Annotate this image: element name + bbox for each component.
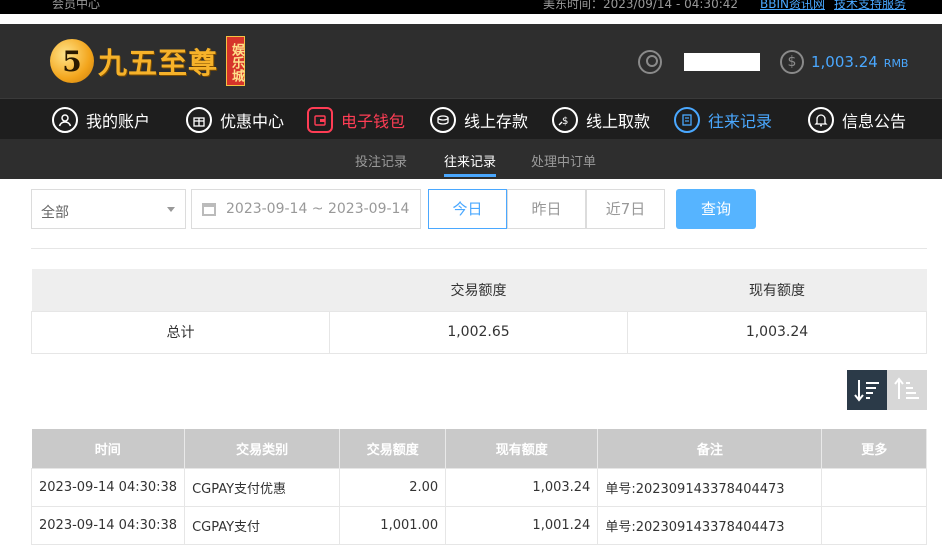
tab-transaction-records[interactable]: 往来记录 <box>444 151 497 177</box>
gift-icon <box>186 107 212 133</box>
nav-online-deposit[interactable]: 线上存款 <box>430 106 528 134</box>
summary-cell: 总计 <box>31 310 330 354</box>
today-button[interactable]: 今日 <box>428 189 507 229</box>
logo-tag: 娱乐城 <box>226 36 246 86</box>
member-center-link[interactable]: 会员中心 <box>52 0 100 10</box>
user-icon <box>638 50 662 74</box>
nav-label: 线上存款 <box>464 112 529 131</box>
cell-balance: 1,003.24 <box>445 467 599 507</box>
balance-display: $ 1,003.24 RMB <box>780 50 908 74</box>
nav-label: 往来记录 <box>708 112 773 131</box>
main-nav: 我的账户 优惠中心 电子钱包 线上存款 $ 线上取款 往来记录 信息公告 <box>0 98 942 139</box>
cell-remark: 单号:202309143378404473 <box>597 467 823 507</box>
top-info-bar: 会员中心 美东时间：2023/09/14 - 04:30:42 BBIN资讯网 … <box>0 0 942 14</box>
col-remark[interactable]: 备注 <box>597 429 823 468</box>
site-logo[interactable]: 5 九五至尊 娱乐城 <box>50 36 246 86</box>
summary-header-cell: 现有额度 <box>627 269 927 311</box>
cell-type: CGPAY支付 <box>184 505 341 545</box>
sort-asc-icon <box>894 377 919 399</box>
nav-label: 电子钱包 <box>341 112 406 131</box>
tab-bet-records[interactable]: 投注记录 <box>355 151 407 170</box>
balance-amount: 1,003.24 <box>811 53 878 71</box>
logo-mark: 5 <box>50 39 94 83</box>
cell-more[interactable] <box>821 505 927 545</box>
user-icon <box>52 107 78 133</box>
cell-time: 2023-09-14 04:30:38 <box>30 505 186 545</box>
nav-e-wallet[interactable]: 电子钱包 <box>307 106 405 134</box>
divider <box>31 248 927 249</box>
logo-text: 九五至尊 <box>98 46 219 80</box>
yesterday-button[interactable]: 昨日 <box>507 189 586 229</box>
records-header-row: 时间 交易类别 交易额度 现有额度 备注 更多 <box>31 429 927 468</box>
sort-descending-button[interactable] <box>847 370 887 410</box>
table-row: 2023-09-14 04:30:38 CGPAY支付优惠 2.00 1,003… <box>30 467 927 507</box>
last-7-days-button[interactable]: 近7日 <box>586 189 665 229</box>
cell-time: 2023-09-14 04:30:38 <box>30 467 186 507</box>
summary-total-row: 总计 1,002.65 1,003.24 <box>31 310 927 354</box>
cell-balance: 1,001.24 <box>445 505 599 545</box>
username-redacted <box>684 53 760 71</box>
summary-header-cell: 交易额度 <box>329 269 628 311</box>
sort-desc-icon <box>854 380 879 402</box>
col-more[interactable]: 更多 <box>821 429 927 468</box>
summary-cell: 1,003.24 <box>627 310 927 354</box>
balance-currency: RMB <box>883 57 909 70</box>
tech-support-link[interactable]: 技术支持服务 <box>834 0 906 10</box>
col-balance[interactable]: 现有额度 <box>445 429 599 468</box>
eastern-time-label: 美东时间：2023/09/14 - 04:30:42 <box>543 0 739 11</box>
sort-ascending-button[interactable] <box>887 370 927 410</box>
summary-cell: 1,002.65 <box>329 310 628 354</box>
wallet-icon <box>307 107 333 133</box>
nav-label: 我的账户 <box>86 112 151 131</box>
calendar-icon <box>202 203 216 216</box>
summary-header-row: 交易额度 现有额度 <box>31 269 927 311</box>
records-icon <box>674 107 700 133</box>
nav-transaction-records[interactable]: 往来记录 <box>674 106 772 134</box>
chevron-down-icon <box>167 207 175 212</box>
nav-announcements[interactable]: 信息公告 <box>808 106 906 134</box>
table-row: 2023-09-14 04:30:38 CGPAY支付 1,001.00 1,0… <box>30 505 927 545</box>
bell-icon <box>808 107 834 133</box>
tab-pending-orders[interactable]: 处理中订单 <box>531 151 596 170</box>
bbin-news-link[interactable]: BBIN资讯网 <box>760 0 825 10</box>
cell-remark: 单号:202309143378404473 <box>597 505 823 545</box>
sub-nav: 投注记录 往来记录 处理中订单 <box>0 139 942 179</box>
cell-amount: 2.00 <box>339 467 447 507</box>
nav-label: 线上取款 <box>586 112 651 131</box>
site-header: 5 九五至尊 娱乐城 $ 1,003.24 RMB <box>0 24 942 98</box>
nav-label: 信息公告 <box>842 112 907 131</box>
cell-type: CGPAY支付优惠 <box>184 467 341 507</box>
cell-amount: 1,001.00 <box>339 505 447 545</box>
summary-header-cell <box>31 269 330 311</box>
svg-text:$: $ <box>562 116 568 127</box>
nav-online-withdraw[interactable]: $ 线上取款 <box>552 106 650 134</box>
withdraw-icon: $ <box>552 107 578 133</box>
records-table: 时间 交易类别 交易额度 现有额度 备注 更多 2023-09-14 04:30… <box>30 429 927 545</box>
nav-label: 优惠中心 <box>220 112 285 131</box>
date-range-value: 2023-09-14 ~ 2023-09-14 <box>226 201 410 217</box>
deposit-icon <box>430 107 456 133</box>
dollar-icon: $ <box>780 50 804 74</box>
col-time[interactable]: 时间 <box>31 429 186 468</box>
nav-promotions[interactable]: 优惠中心 <box>186 106 284 134</box>
date-range-input[interactable]: 2023-09-14 ~ 2023-09-14 <box>191 189 421 229</box>
type-select[interactable]: 全部 <box>31 189 186 229</box>
query-button[interactable]: 查询 <box>676 189 756 229</box>
col-type[interactable]: 交易类别 <box>184 429 341 468</box>
col-amount[interactable]: 交易额度 <box>339 429 447 468</box>
user-info[interactable] <box>638 50 760 74</box>
nav-my-account[interactable]: 我的账户 <box>52 106 150 134</box>
cell-more[interactable] <box>821 467 927 507</box>
summary-table: 交易额度 现有额度 总计 1,002.65 1,003.24 <box>31 269 927 354</box>
type-select-value: 全部 <box>41 205 69 221</box>
